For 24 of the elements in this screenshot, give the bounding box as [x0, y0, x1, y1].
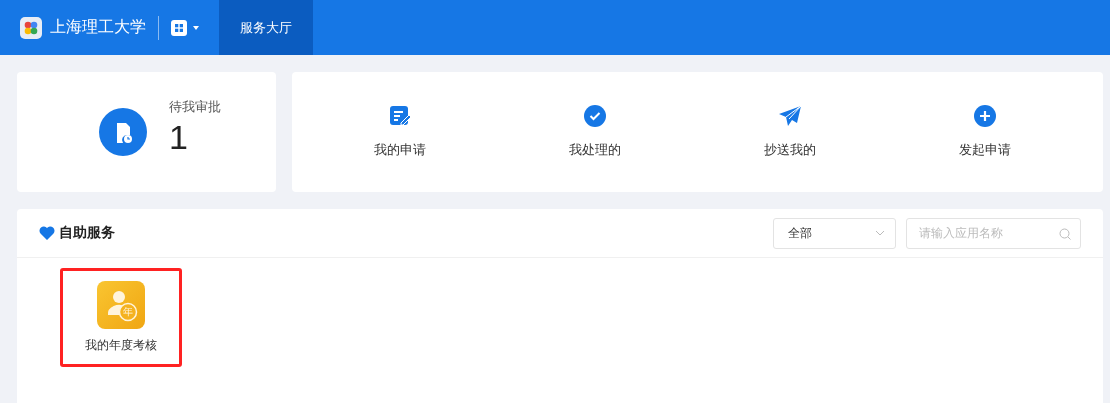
- person-badge-icon: 年: [97, 281, 145, 329]
- chevron-down-icon: [875, 230, 885, 236]
- paper-plane-icon: [779, 105, 802, 127]
- school-name: 上海理工大学: [50, 17, 146, 38]
- quick-action[interactable]: 我的申请: [344, 104, 455, 160]
- app-tile[interactable]: 年 我的年度考核: [60, 268, 182, 367]
- check-circle-icon: [583, 105, 606, 127]
- pending-count: 1: [169, 120, 189, 154]
- app-logo-icon: [20, 16, 42, 39]
- search-icon: [1059, 227, 1071, 240]
- search-field[interactable]: 请输入应用名称: [906, 217, 1081, 249]
- quick-action[interactable]: 发起申请: [930, 104, 1041, 160]
- document-clock-icon: [99, 108, 147, 156]
- quick-action[interactable]: 我处理的: [539, 104, 650, 160]
- plus-circle-icon: [974, 105, 997, 127]
- pending-label: 待我审批: [169, 98, 221, 116]
- heart-icon: [39, 226, 55, 240]
- category-select[interactable]: 全部: [773, 217, 896, 249]
- caret-icon: [193, 25, 199, 30]
- quick-action[interactable]: 抄送我的: [735, 104, 846, 160]
- section-title: 自助服务: [59, 224, 115, 242]
- nav-tab[interactable]: 服务大厅: [219, 0, 313, 55]
- app-switcher-button[interactable]: [171, 19, 199, 36]
- edit-icon: [388, 105, 411, 127]
